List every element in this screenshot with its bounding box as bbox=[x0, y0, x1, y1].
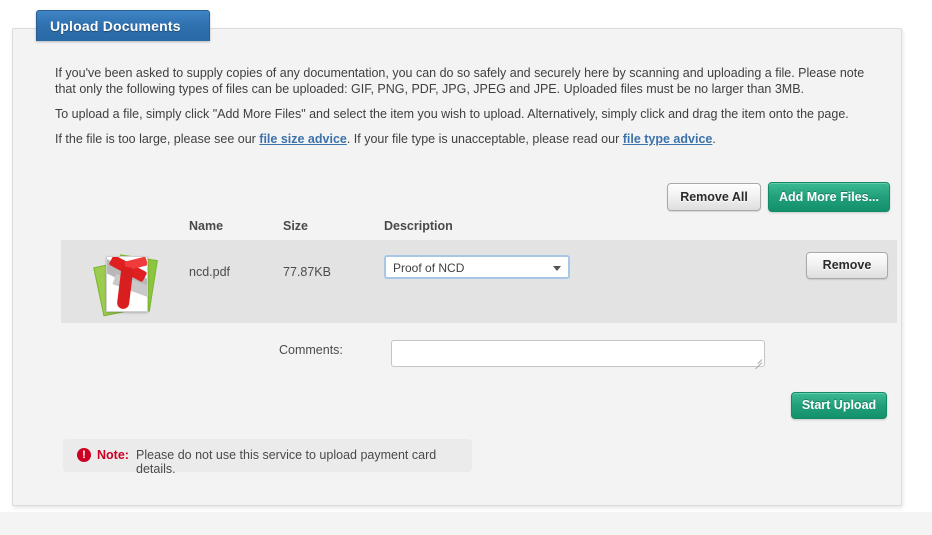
file-type-advice-link[interactable]: file type advice bbox=[623, 132, 713, 146]
file-size: 77.87KB bbox=[283, 265, 331, 279]
intro-p3-middle: . If your file type is unacceptable, ple… bbox=[346, 132, 623, 146]
pdf-icon-page bbox=[106, 256, 148, 312]
pdf-file-icon bbox=[93, 251, 158, 317]
start-upload-button[interactable]: Start Upload bbox=[791, 392, 887, 419]
tab-upload-documents[interactable]: Upload Documents bbox=[36, 10, 210, 41]
comments-label: Comments: bbox=[279, 343, 343, 357]
exclamation-icon: ! bbox=[77, 448, 91, 462]
page-bottom-strip bbox=[0, 512, 932, 535]
intro-p3-after: . bbox=[712, 132, 716, 146]
tab-label: Upload Documents bbox=[50, 18, 181, 34]
exclamation-icon-glyph: ! bbox=[82, 449, 86, 461]
intro-paragraph-3: If the file is too large, please see our… bbox=[55, 131, 875, 147]
column-header-name: Name bbox=[189, 219, 224, 233]
note-label: Note: bbox=[97, 448, 129, 462]
page-background: If you've been asked to supply copies of… bbox=[0, 0, 932, 535]
table-row: ncd.pdf 77.87KB Proof of NCD Remove bbox=[61, 240, 897, 323]
intro-paragraph-2: To upload a file, simply click "Add More… bbox=[55, 107, 849, 121]
note-message: Please do not use this service to upload… bbox=[136, 448, 437, 476]
file-size-advice-link[interactable]: file size advice bbox=[259, 132, 347, 146]
upload-documents-panel: If you've been asked to supply copies of… bbox=[12, 28, 902, 506]
resize-handle-icon[interactable] bbox=[752, 354, 763, 370]
remove-file-button[interactable]: Remove bbox=[806, 252, 888, 279]
remove-all-button[interactable]: Remove All bbox=[667, 183, 761, 211]
column-header-size: Size bbox=[283, 219, 309, 233]
intro-paragraph-1: If you've been asked to supply copies of… bbox=[55, 66, 865, 96]
column-header-description: Description bbox=[384, 219, 453, 233]
description-select-value: Proof of NCD bbox=[393, 261, 465, 275]
note-banner: ! Note: Please do not use this service t… bbox=[63, 439, 472, 476]
file-name: ncd.pdf bbox=[189, 265, 231, 279]
intro-text: If you've been asked to supply copies of… bbox=[55, 65, 875, 156]
intro-p3-before: If the file is too large, please see our bbox=[55, 132, 260, 146]
chevron-down-icon bbox=[553, 266, 561, 271]
comments-input[interactable] bbox=[391, 340, 765, 370]
add-more-files-button[interactable]: Add More Files... bbox=[768, 182, 890, 212]
description-select[interactable]: Proof of NCD bbox=[384, 255, 570, 279]
